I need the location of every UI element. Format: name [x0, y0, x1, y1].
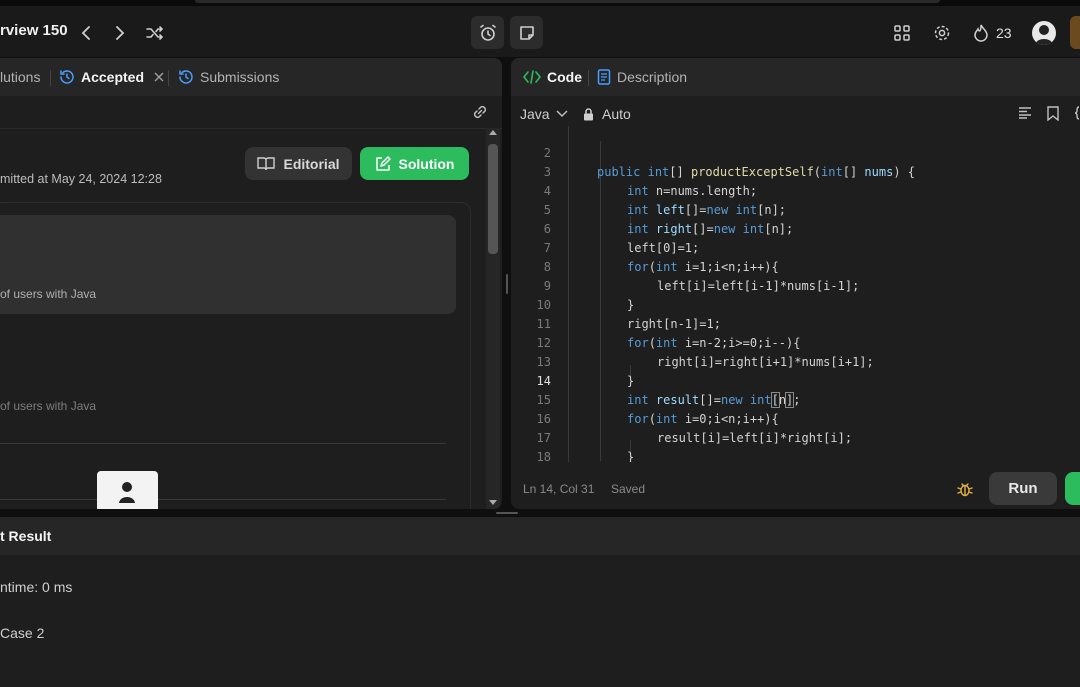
tab-solutions[interactable]: lutions: [0, 58, 40, 96]
submit-button[interactable]: [1065, 472, 1080, 505]
code-line: 11 for(int i=n-2;i>=0;i--){: [536, 317, 801, 350]
link-icon[interactable]: [470, 102, 490, 122]
code-panel: Code Description Java Auto 2 public int[…: [511, 58, 1080, 509]
code-line: 18: [536, 450, 551, 462]
code-line: 3 int n=nums.length;: [543, 165, 758, 198]
book-icon: [257, 156, 276, 172]
code-line: 7 for(int i=1;i<n;i++){: [543, 241, 779, 274]
save-status: Saved: [611, 482, 646, 496]
note-icon[interactable]: [510, 16, 543, 49]
left-panel-tabs: lutions Accepted Submissions: [0, 58, 502, 96]
tab-submissions[interactable]: Submissions: [178, 58, 279, 96]
chevron-down-icon: [556, 110, 568, 118]
window-top-strip: [0, 0, 1080, 6]
solution-button[interactable]: Solution: [360, 147, 469, 180]
runtime-beats-text: of users with Java: [0, 287, 97, 301]
memory-card[interactable]: of users with Java: [0, 326, 456, 425]
gear-icon[interactable]: [931, 22, 953, 44]
code-line: 12 right[i]=right[i+1]*nums[i+1];: [536, 336, 874, 369]
streak-count: 23: [996, 25, 1012, 41]
cursor-position: Ln 14, Col 31: [523, 482, 595, 496]
run-button[interactable]: Run: [989, 472, 1057, 505]
horizontal-splitter[interactable]: [0, 509, 1080, 517]
chevron-left-icon[interactable]: [76, 22, 96, 44]
code-line: 8 left[i]=left[i-1]*nums[i-1];: [543, 260, 860, 293]
tab-test-result[interactable]: t Result: [0, 517, 51, 555]
language-selector[interactable]: Java: [520, 106, 568, 122]
document-icon: [597, 69, 611, 85]
vertical-splitter[interactable]: [503, 58, 511, 509]
scroll-up-arrow-icon[interactable]: [489, 130, 497, 135]
runtime-result: ntime: 0 ms: [0, 579, 73, 595]
braces-icon[interactable]: [1072, 104, 1080, 122]
submitted-at: mitted at May 24, 2024 12:28: [0, 172, 162, 186]
editor-toolbar: Java Auto: [511, 96, 1080, 130]
editorial-button[interactable]: Editorial: [245, 147, 352, 180]
problem-list-title[interactable]: rview 150: [0, 22, 68, 39]
top-navbar: rview 150 23: [0, 0, 1080, 57]
code-line: 19 return result;: [511, 448, 1071, 462]
code-line: 2 public int[] productExceptSelf(int[] n…: [543, 146, 915, 179]
left-toolbar: [0, 96, 502, 129]
tab-accepted[interactable]: Accepted: [59, 58, 164, 96]
code-line: 4 int left[]=new int[n];: [543, 184, 787, 217]
shuffle-icon[interactable]: [144, 22, 166, 44]
code-line-current: 14 int result[]=new int[n];: [536, 374, 801, 408]
edit-icon: [375, 155, 391, 172]
tab-code[interactable]: Code: [523, 58, 582, 96]
format-align-icon[interactable]: [1016, 104, 1034, 122]
code-line: 17 }: [536, 431, 635, 462]
test-result-panel: t Result ntime: 0 ms Case 2: [0, 517, 1080, 687]
runtime-card[interactable]: of users with Java: [0, 215, 456, 314]
code-line: 16 result[i]=left[i]*right[i];: [536, 412, 853, 445]
test-result-tabs: t Result: [0, 517, 1080, 555]
scroll-down-arrow-icon[interactable]: [489, 500, 497, 505]
code-line: 10 right[n-1]=1;: [536, 298, 721, 331]
history-icon: [59, 69, 75, 85]
avatar[interactable]: [1032, 21, 1056, 45]
bookmark-icon[interactable]: [1044, 104, 1062, 122]
code-line: 15 for(int i=0;i<n;i++){: [536, 393, 779, 426]
fire-streak-icon[interactable]: [972, 22, 990, 44]
case-tab[interactable]: Case 2: [0, 625, 44, 641]
code-line: 6 left[0]=1;: [543, 222, 700, 255]
alarm-clock-icon[interactable]: [471, 16, 504, 49]
code-panel-tabs: Code Description: [511, 58, 1080, 96]
code-editor[interactable]: 2 public int[] productExceptSelf(int[] n…: [511, 126, 1080, 462]
tab-description[interactable]: Description: [597, 58, 687, 96]
layout-grid-icon[interactable]: [891, 22, 913, 44]
lock-icon: [583, 107, 594, 121]
scrollbar-thumb[interactable]: [488, 144, 498, 254]
user-avatar-thumbnail: [97, 471, 158, 509]
code-line: 9 }: [543, 279, 635, 312]
premium-button[interactable]: [1070, 16, 1080, 49]
debug-bug-icon[interactable]: [955, 479, 975, 499]
left-panel: lutions Accepted Submissions mitted at M…: [0, 58, 502, 509]
auto-mode-toggle[interactable]: Auto: [583, 106, 631, 122]
memory-beats-text: of users with Java: [0, 399, 97, 413]
divider: [0, 443, 446, 444]
code-brackets-icon: [523, 70, 541, 84]
left-scrollbar[interactable]: [486, 128, 500, 509]
divider: [0, 499, 446, 500]
history-icon: [178, 69, 194, 85]
chevron-right-icon[interactable]: [110, 22, 130, 44]
code-line: 5 int right[]=new int[n];: [543, 203, 794, 236]
close-icon[interactable]: [154, 72, 164, 82]
code-line: 13 }: [536, 355, 635, 388]
